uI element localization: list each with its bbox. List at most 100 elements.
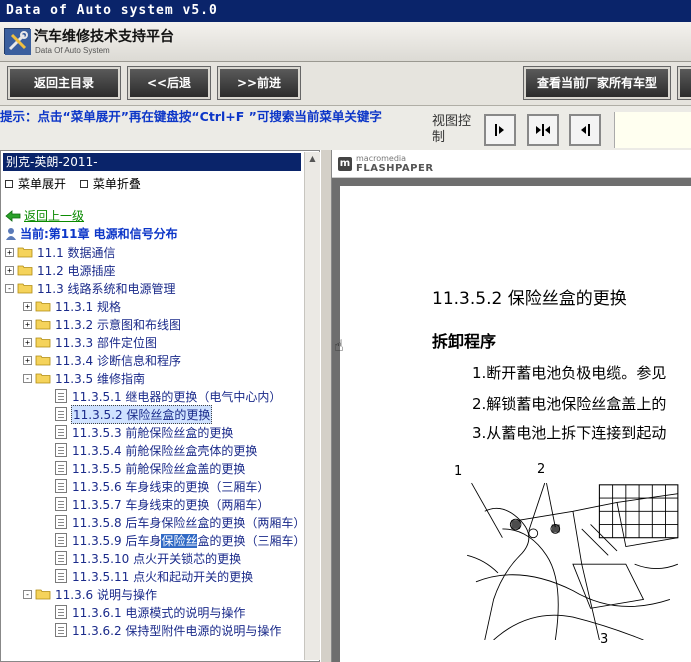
tree-expander[interactable]: - <box>23 373 32 383</box>
step-2: 2.解锁蓄电池保险丝盒盖上的 <box>472 395 667 413</box>
tree-doc-item[interactable]: 11.3.5.10 点火开关锁芯的更换 <box>55 549 242 567</box>
document-title: 11.3.5.2 保险丝盒的更换 <box>432 289 627 309</box>
tree-item-label: 11.3.5.2 保险丝盒的更换 <box>71 404 213 424</box>
tree-item-label: 11.3.5 维修指南 <box>55 371 145 386</box>
document-icon <box>55 515 67 529</box>
tree-doc-item[interactable]: 11.3.5.11 点火和起动开关的更换 <box>55 567 254 585</box>
document-icon <box>55 389 67 403</box>
tree-item-label: 11.3.6 说明与操作 <box>55 587 157 602</box>
user-icon <box>6 227 16 240</box>
macromedia-logo-icon: m <box>338 157 352 171</box>
tree-folder-item[interactable]: +11.3.4 诊断信息和程序 <box>23 351 182 369</box>
tree-folder-item[interactable]: +11.3.2 示意图和布线图 <box>23 315 182 333</box>
tree-doc-item[interactable]: 11.3.5.3 前舱保险丝盒的更换 <box>55 423 234 441</box>
tree-item-label: 11.3.5.11 点火和起动开关的更换 <box>72 569 254 584</box>
tree-doc-item[interactable]: 11.3.5.5 前舱保险丝盒盖的更换 <box>55 459 246 477</box>
step-3: 3.从蓄电池上拆下连接到起动 <box>472 424 667 442</box>
arrow-left-bar-icon <box>581 124 590 136</box>
document-page: 11.3.5.2 保险丝盒的更换 拆卸程序 1.断开蓄电池负极电缆。参见 2.解… <box>340 186 691 662</box>
tree-doc-item[interactable]: 11.3.5.4 前舱保险丝盒壳体的更换 <box>55 441 258 459</box>
callout-2: 2 <box>537 462 546 477</box>
folder-icon <box>17 247 33 258</box>
document-viewer: m macromedia FLASHPAPER 11.3.5.2 保险丝盒的更换… <box>332 150 691 662</box>
tree-folder-item[interactable]: - 11.3.6 说明与操作 <box>23 585 158 603</box>
document-icon <box>55 443 67 457</box>
tree-doc-item[interactable]: 11.3.5.2 保险丝盒的更换 <box>55 404 213 424</box>
document-icon <box>55 569 67 583</box>
forward-button[interactable]: >>前进 <box>217 66 301 100</box>
folder-icon <box>35 355 51 366</box>
tree-folder-item[interactable]: +11.3.3 部件定位图 <box>23 333 158 351</box>
document-icon <box>55 479 67 493</box>
folder-icon <box>35 319 51 330</box>
tree-item-label: 11.3.5.4 前舱保险丝盒壳体的更换 <box>72 443 258 458</box>
tree-item-label: 11.3.5.1 继电器的更换（电气中心内） <box>72 389 282 404</box>
tree-doc-item[interactable]: 11.3.5.8 后车身保险丝盒的更换（两厢车） <box>55 513 306 531</box>
app-header: 汽车维修技术支持平台 Data Of Auto System <box>0 22 691 62</box>
toolbar-overflow-button[interactable] <box>677 66 691 100</box>
tree-expander[interactable]: + <box>23 301 32 311</box>
tree-doc-item[interactable]: 11.3.5.7 车身线束的更换（两厢车） <box>55 495 270 513</box>
tree-folder-item[interactable]: - 11.3.5 维修指南 <box>23 369 146 387</box>
flashpaper-logo: m macromedia FLASHPAPER <box>338 154 434 174</box>
folder-icon <box>17 283 33 294</box>
scroll-up-icon[interactable]: ▲ <box>307 154 318 165</box>
current-chapter-label: 当前:第11章 电源和信号分布 <box>20 227 178 241</box>
view-expand-right-button[interactable] <box>484 114 516 146</box>
tree-folder-item[interactable]: +11.1 数据通信 <box>5 243 117 261</box>
tree-item-label: 11.3.5.5 前舱保险丝盒盖的更换 <box>72 461 246 476</box>
tree-doc-item[interactable]: 11.3.5.1 继电器的更换（电气中心内） <box>55 387 282 405</box>
tree-doc-item[interactable]: 11.3.6.2 保持型附件电源的说明与操作 <box>55 621 282 639</box>
folder-icon <box>35 373 51 384</box>
document-icon <box>55 623 67 637</box>
tree-doc-item[interactable]: 11.3.5.9 后车身保险丝盒的更换（三厢车） <box>55 531 306 549</box>
expand-menu-button[interactable]: 菜单展开 <box>5 175 66 192</box>
tree-expander[interactable]: + <box>23 337 32 347</box>
tree-expander[interactable]: + <box>5 265 14 275</box>
label-prefix: 11.3.5.9 后车身 <box>72 533 162 548</box>
square-icon <box>79 179 88 188</box>
pane-splitter[interactable] <box>320 150 332 662</box>
label-suffix: 盒的更换（三厢车） <box>197 533 306 548</box>
tree-item-label: 11.3 线路系统和电源管理 <box>37 281 176 296</box>
tree-item-label: 11.3.5.8 后车身保险丝盒的更换（两厢车） <box>72 515 306 530</box>
tree-expander[interactable]: + <box>23 355 32 365</box>
folder-icon <box>35 589 51 600</box>
document-icon <box>55 605 67 619</box>
step-1: 1.断开蓄电池负极电缆。参见 <box>472 364 667 382</box>
tree-item-label: 11.3.6.2 保持型附件电源的说明与操作 <box>72 623 282 638</box>
document-icon <box>55 425 67 439</box>
tree-expander[interactable]: - <box>23 589 32 599</box>
tree-folder-item[interactable]: +11.3.1 规格 <box>23 297 122 315</box>
collapse-menu-label: 菜单折叠 <box>92 177 141 191</box>
tree-scrollbar[interactable]: ▲ <box>304 152 320 660</box>
tree-expander[interactable]: - <box>5 283 14 293</box>
document-icon <box>55 497 67 511</box>
tree-doc-item[interactable]: 11.3.6.1 电源模式的说明与操作 <box>55 603 246 621</box>
view-expand-left-button[interactable] <box>569 114 601 146</box>
current-chapter: 当前:第11章 电源和信号分布 <box>5 225 178 242</box>
window-title-bar: Data of Auto system v5.0 <box>0 0 691 22</box>
view-all-models-button[interactable]: 查看当前厂家所有车型 <box>523 66 671 100</box>
home-button[interactable]: 返回主目录 <box>7 66 121 100</box>
tree-item-label: 11.3.1 规格 <box>55 299 121 314</box>
tree-item-label: 11.3.5.10 点火开关锁芯的更换 <box>72 551 242 566</box>
fuse-box-diagram <box>467 482 679 640</box>
collapse-menu-button[interactable]: 菜单折叠 <box>79 175 141 192</box>
menu-toggle-row: 菜单展开 菜单折叠 <box>5 175 151 192</box>
split-arrows-icon <box>536 124 550 136</box>
tree-folder-item[interactable]: +11.2 电源插座 <box>5 261 117 279</box>
tools-logo-icon <box>4 28 31 55</box>
document-icon <box>55 533 67 547</box>
tree-expander[interactable]: + <box>5 247 14 257</box>
hand-cursor-icon: ☝ <box>334 336 344 355</box>
back-up-level-link[interactable]: 返回上一级 <box>5 207 84 224</box>
tree-folder-item[interactable]: - 11.3 线路系统和电源管理 <box>5 279 177 297</box>
folder-icon <box>17 265 33 276</box>
back-button[interactable]: <<后退 <box>127 66 211 100</box>
tree-doc-item[interactable]: 11.3.5.6 车身线束的更换（三厢车） <box>55 477 270 495</box>
hint-bar: 提示：点击“菜单展开”再在键盘按“Ctrl+F ”可搜索当前菜单关键字 视图控制 <box>0 106 691 150</box>
tree-expander[interactable]: + <box>23 319 32 329</box>
tree-item-label: 11.3.4 诊断信息和程序 <box>55 353 181 368</box>
view-split-button[interactable] <box>527 114 559 146</box>
